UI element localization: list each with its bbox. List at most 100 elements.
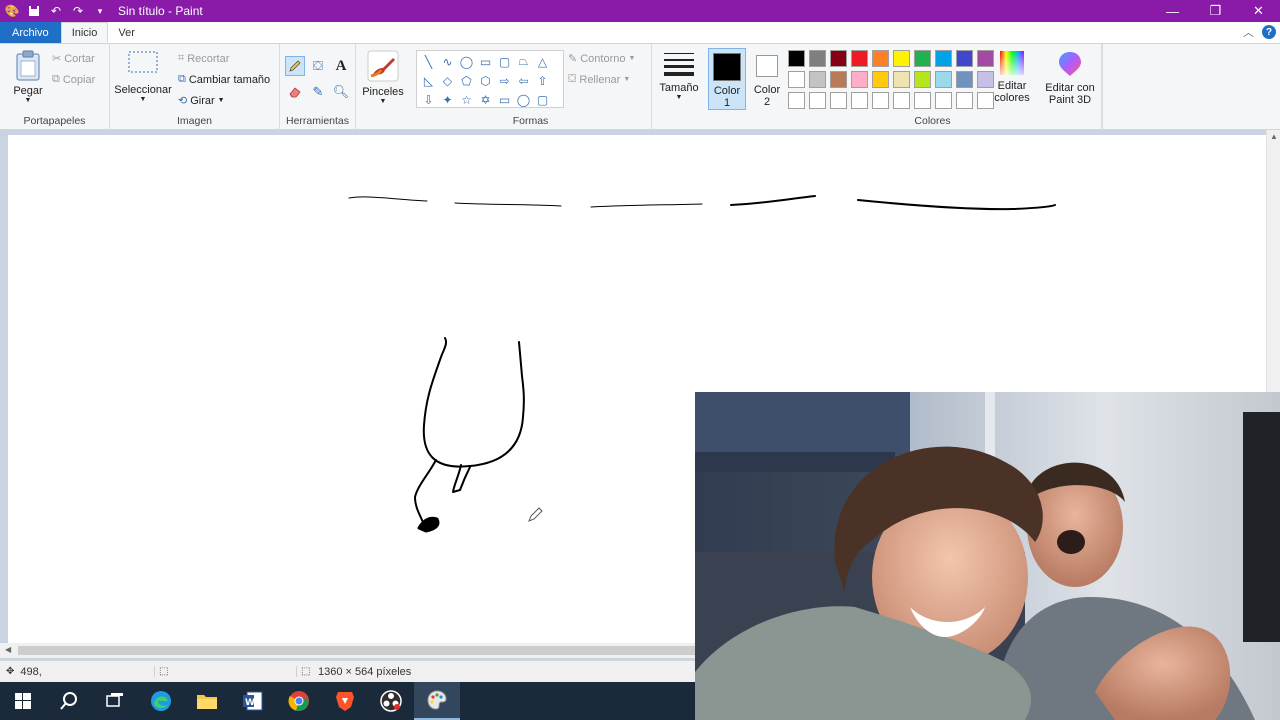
search-button[interactable] bbox=[46, 682, 92, 720]
palette-swatch[interactable] bbox=[893, 71, 910, 88]
rotate-button[interactable]: ⟲ Girar ▼ bbox=[178, 94, 225, 108]
palette-swatch[interactable] bbox=[788, 50, 805, 67]
crop-label: Recortar bbox=[187, 52, 230, 65]
taskbar-word[interactable]: W bbox=[230, 682, 276, 720]
size-button[interactable]: Tamaño ▼ bbox=[656, 50, 702, 101]
shape-item-1[interactable]: ∿ bbox=[438, 52, 457, 71]
task-view-button[interactable] bbox=[92, 682, 138, 720]
palette-swatch[interactable] bbox=[956, 92, 973, 109]
palette-swatch[interactable] bbox=[914, 50, 931, 67]
shape-item-14[interactable]: ⇩ bbox=[419, 90, 438, 109]
start-button[interactable] bbox=[0, 682, 46, 720]
paint-app-icon[interactable]: 🎨 bbox=[4, 3, 20, 19]
palette-swatch[interactable] bbox=[914, 71, 931, 88]
select-button[interactable]: Seleccionar ▼ bbox=[114, 50, 172, 103]
palette-swatch[interactable] bbox=[851, 50, 868, 67]
color1-button[interactable]: Color 1 bbox=[708, 48, 746, 110]
palette-swatch[interactable] bbox=[809, 92, 826, 109]
palette-swatch[interactable] bbox=[809, 71, 826, 88]
palette-swatch[interactable] bbox=[809, 50, 826, 67]
restore-button[interactable]: ❐ bbox=[1194, 0, 1237, 22]
palette-swatch[interactable] bbox=[830, 50, 847, 67]
eraser-icon[interactable] bbox=[285, 82, 305, 102]
taskbar-paint[interactable] bbox=[414, 682, 460, 720]
tab-home[interactable]: Inicio bbox=[60, 22, 109, 43]
palette-swatch[interactable] bbox=[935, 92, 952, 109]
palette-swatch[interactable] bbox=[788, 71, 805, 88]
tab-view[interactable]: Ver bbox=[108, 22, 145, 43]
shape-item-20[interactable]: ▢ bbox=[533, 90, 552, 109]
resize-button[interactable]: ⧉ Cambiar tamaño bbox=[178, 73, 270, 86]
copy-icon: ⧉ bbox=[52, 73, 60, 85]
palette-swatch[interactable] bbox=[893, 92, 910, 109]
palette-swatch[interactable] bbox=[977, 50, 994, 67]
canvas-size: 1360 × 564 píxeles bbox=[318, 665, 412, 678]
palette-swatch[interactable] bbox=[830, 92, 847, 109]
fill-button[interactable]: ⛋ Rellenar ▼ bbox=[568, 73, 630, 86]
palette-swatch[interactable] bbox=[893, 50, 910, 67]
collapse-ribbon-icon[interactable]: ︿ bbox=[1243, 24, 1254, 40]
save-icon[interactable] bbox=[26, 3, 42, 19]
shape-item-4[interactable]: ▢ bbox=[495, 52, 514, 71]
magnifier-icon[interactable]: 🔍︎ bbox=[331, 82, 351, 102]
close-button[interactable]: ✕ bbox=[1237, 0, 1280, 22]
fill-icon[interactable]: ⛋ bbox=[308, 56, 328, 76]
shape-item-2[interactable]: ◯ bbox=[457, 52, 476, 71]
shape-item-7[interactable]: ◺ bbox=[419, 71, 438, 90]
shape-item-3[interactable]: ▭ bbox=[476, 52, 495, 71]
shape-item-9[interactable]: ⬠ bbox=[457, 71, 476, 90]
cut-button[interactable]: ✂ Cortar bbox=[52, 52, 95, 66]
color2-button[interactable]: Color 2 bbox=[750, 48, 784, 110]
taskbar-edge[interactable] bbox=[138, 682, 184, 720]
palette-swatch[interactable] bbox=[956, 71, 973, 88]
horizontal-scroll-thumb[interactable] bbox=[18, 646, 708, 655]
color-picker-icon[interactable]: ✎ bbox=[308, 82, 328, 102]
scroll-left-icon[interactable]: ◀ bbox=[5, 645, 11, 654]
edit-paint3d-button[interactable]: Editar con Paint 3D bbox=[1042, 50, 1098, 106]
taskbar-file-explorer[interactable] bbox=[184, 682, 230, 720]
text-icon[interactable]: A bbox=[331, 56, 351, 76]
brushes-button[interactable]: Pinceles ▼ bbox=[360, 50, 406, 105]
palette-swatch[interactable] bbox=[872, 71, 889, 88]
palette-swatch[interactable] bbox=[935, 50, 952, 67]
shape-item-6[interactable]: △ bbox=[533, 52, 552, 71]
palette-swatch[interactable] bbox=[851, 92, 868, 109]
customize-dropdown-icon[interactable]: ▾ bbox=[92, 3, 108, 19]
help-icon[interactable]: ? bbox=[1262, 25, 1276, 39]
palette-swatch[interactable] bbox=[851, 71, 868, 88]
copy-button[interactable]: ⧉ Copiar bbox=[52, 73, 95, 86]
shape-item-19[interactable]: ◯ bbox=[514, 90, 533, 109]
taskbar-chrome[interactable] bbox=[276, 682, 322, 720]
palette-swatch[interactable] bbox=[788, 92, 805, 109]
palette-swatch[interactable] bbox=[872, 50, 889, 67]
scroll-up-icon[interactable]: ▲ bbox=[1270, 132, 1278, 141]
shape-item-12[interactable]: ⇦ bbox=[514, 71, 533, 90]
palette-swatch[interactable] bbox=[935, 71, 952, 88]
paste-button[interactable]: Pegar ▼ bbox=[10, 50, 46, 104]
minimize-button[interactable]: — bbox=[1151, 0, 1194, 22]
shape-item-0[interactable]: ╲ bbox=[419, 52, 438, 71]
tab-file[interactable]: Archivo bbox=[0, 22, 61, 43]
taskbar-obs[interactable] bbox=[368, 682, 414, 720]
shape-item-5[interactable]: ⏢ bbox=[514, 52, 533, 71]
shape-item-10[interactable]: ⬡ bbox=[476, 71, 495, 90]
shape-item-11[interactable]: ⇨ bbox=[495, 71, 514, 90]
paint3d-icon bbox=[1059, 52, 1081, 76]
shape-item-17[interactable]: ✡ bbox=[476, 90, 495, 109]
undo-icon[interactable]: ↶ bbox=[48, 3, 64, 19]
edit-colors-button[interactable]: Editar colores bbox=[994, 50, 1030, 104]
outline-button[interactable]: ✎ Contorno ▼ bbox=[568, 52, 635, 66]
shape-item-8[interactable]: ◇ bbox=[438, 71, 457, 90]
shape-item-15[interactable]: ✦ bbox=[438, 90, 457, 109]
taskbar-brave[interactable] bbox=[322, 682, 368, 720]
palette-swatch[interactable] bbox=[956, 50, 973, 67]
crop-button[interactable]: ⌗ Recortar bbox=[178, 52, 229, 65]
palette-swatch[interactable] bbox=[830, 71, 847, 88]
pencil-icon[interactable] bbox=[285, 56, 305, 76]
palette-swatch[interactable] bbox=[914, 92, 931, 109]
palette-swatch[interactable] bbox=[872, 92, 889, 109]
shape-item-16[interactable]: ☆ bbox=[457, 90, 476, 109]
redo-icon[interactable]: ↷ bbox=[70, 3, 86, 19]
shape-item-18[interactable]: ▭ bbox=[495, 90, 514, 109]
shape-item-13[interactable]: ⇧ bbox=[533, 71, 552, 90]
